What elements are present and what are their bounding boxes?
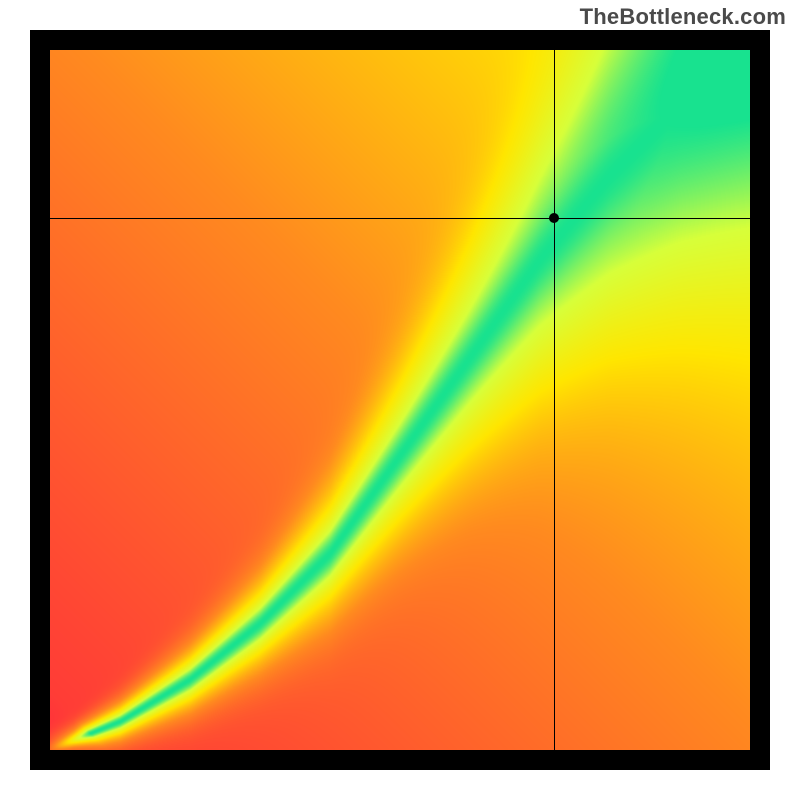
plot-area bbox=[50, 50, 750, 750]
crosshair-vertical bbox=[554, 50, 555, 750]
crosshair-horizontal bbox=[50, 218, 750, 219]
watermark-label: TheBottleneck.com bbox=[580, 4, 786, 30]
chart-container: TheBottleneck.com bbox=[0, 0, 800, 800]
plot-frame bbox=[30, 30, 770, 770]
marker-dot bbox=[549, 213, 559, 223]
heatmap-canvas bbox=[50, 50, 750, 750]
